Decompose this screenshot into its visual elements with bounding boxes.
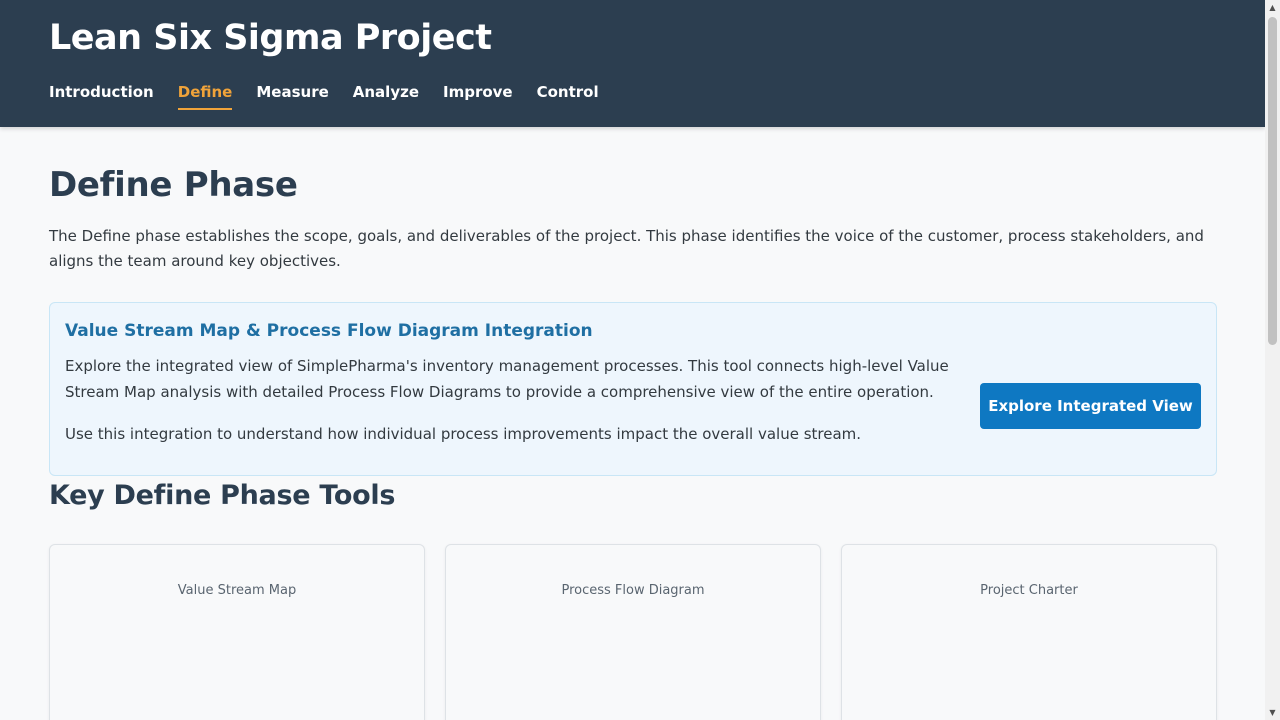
tool-card-value-stream-map[interactable]: Value Stream Map bbox=[49, 544, 425, 720]
tools-card-grid: Value Stream Map Process Flow Diagram Pr… bbox=[49, 544, 1217, 720]
tools-section-title: Key Define Phase Tools bbox=[49, 480, 396, 511]
site-title: Lean Six Sigma Project bbox=[49, 18, 492, 58]
nav-introduction[interactable]: Introduction bbox=[49, 82, 154, 110]
tool-card-project-charter[interactable]: Project Charter bbox=[841, 544, 1217, 720]
scrollbar-thumb[interactable] bbox=[1268, 17, 1277, 345]
nav-analyze[interactable]: Analyze bbox=[353, 82, 419, 110]
tool-card-process-flow-diagram[interactable]: Process Flow Diagram bbox=[445, 544, 821, 720]
intro-text: The Define phase establishes the scope, … bbox=[49, 227, 1204, 270]
site-header: Lean Six Sigma Project Introduction Defi… bbox=[0, 0, 1265, 127]
explore-integrated-view-button[interactable]: Explore Integrated View bbox=[980, 383, 1201, 429]
page-title: Define Phase bbox=[49, 165, 298, 205]
scroll-up-icon[interactable]: ▲ bbox=[1265, 0, 1280, 15]
tool-card-label: Value Stream Map bbox=[177, 583, 297, 598]
tool-card-label: Project Charter bbox=[980, 583, 1078, 598]
page-scrollbar[interactable]: ▲ ▼ bbox=[1265, 0, 1280, 720]
integration-callout: Value Stream Map & Process Flow Diagram … bbox=[49, 302, 1217, 476]
tool-card-label: Process Flow Diagram bbox=[561, 583, 705, 598]
nav-measure[interactable]: Measure bbox=[256, 82, 328, 110]
callout-usage-note: Use this integration to understand how i… bbox=[65, 425, 862, 443]
callout-title: Value Stream Map & Process Flow Diagram … bbox=[65, 321, 593, 341]
scroll-down-icon[interactable]: ▼ bbox=[1265, 705, 1280, 720]
nav-control[interactable]: Control bbox=[537, 82, 599, 110]
main-nav: Introduction Define Measure Analyze Impr… bbox=[49, 82, 599, 110]
callout-description: Explore the integrated view of SimplePha… bbox=[65, 357, 949, 401]
nav-improve[interactable]: Improve bbox=[443, 82, 513, 110]
nav-define[interactable]: Define bbox=[177, 82, 233, 110]
